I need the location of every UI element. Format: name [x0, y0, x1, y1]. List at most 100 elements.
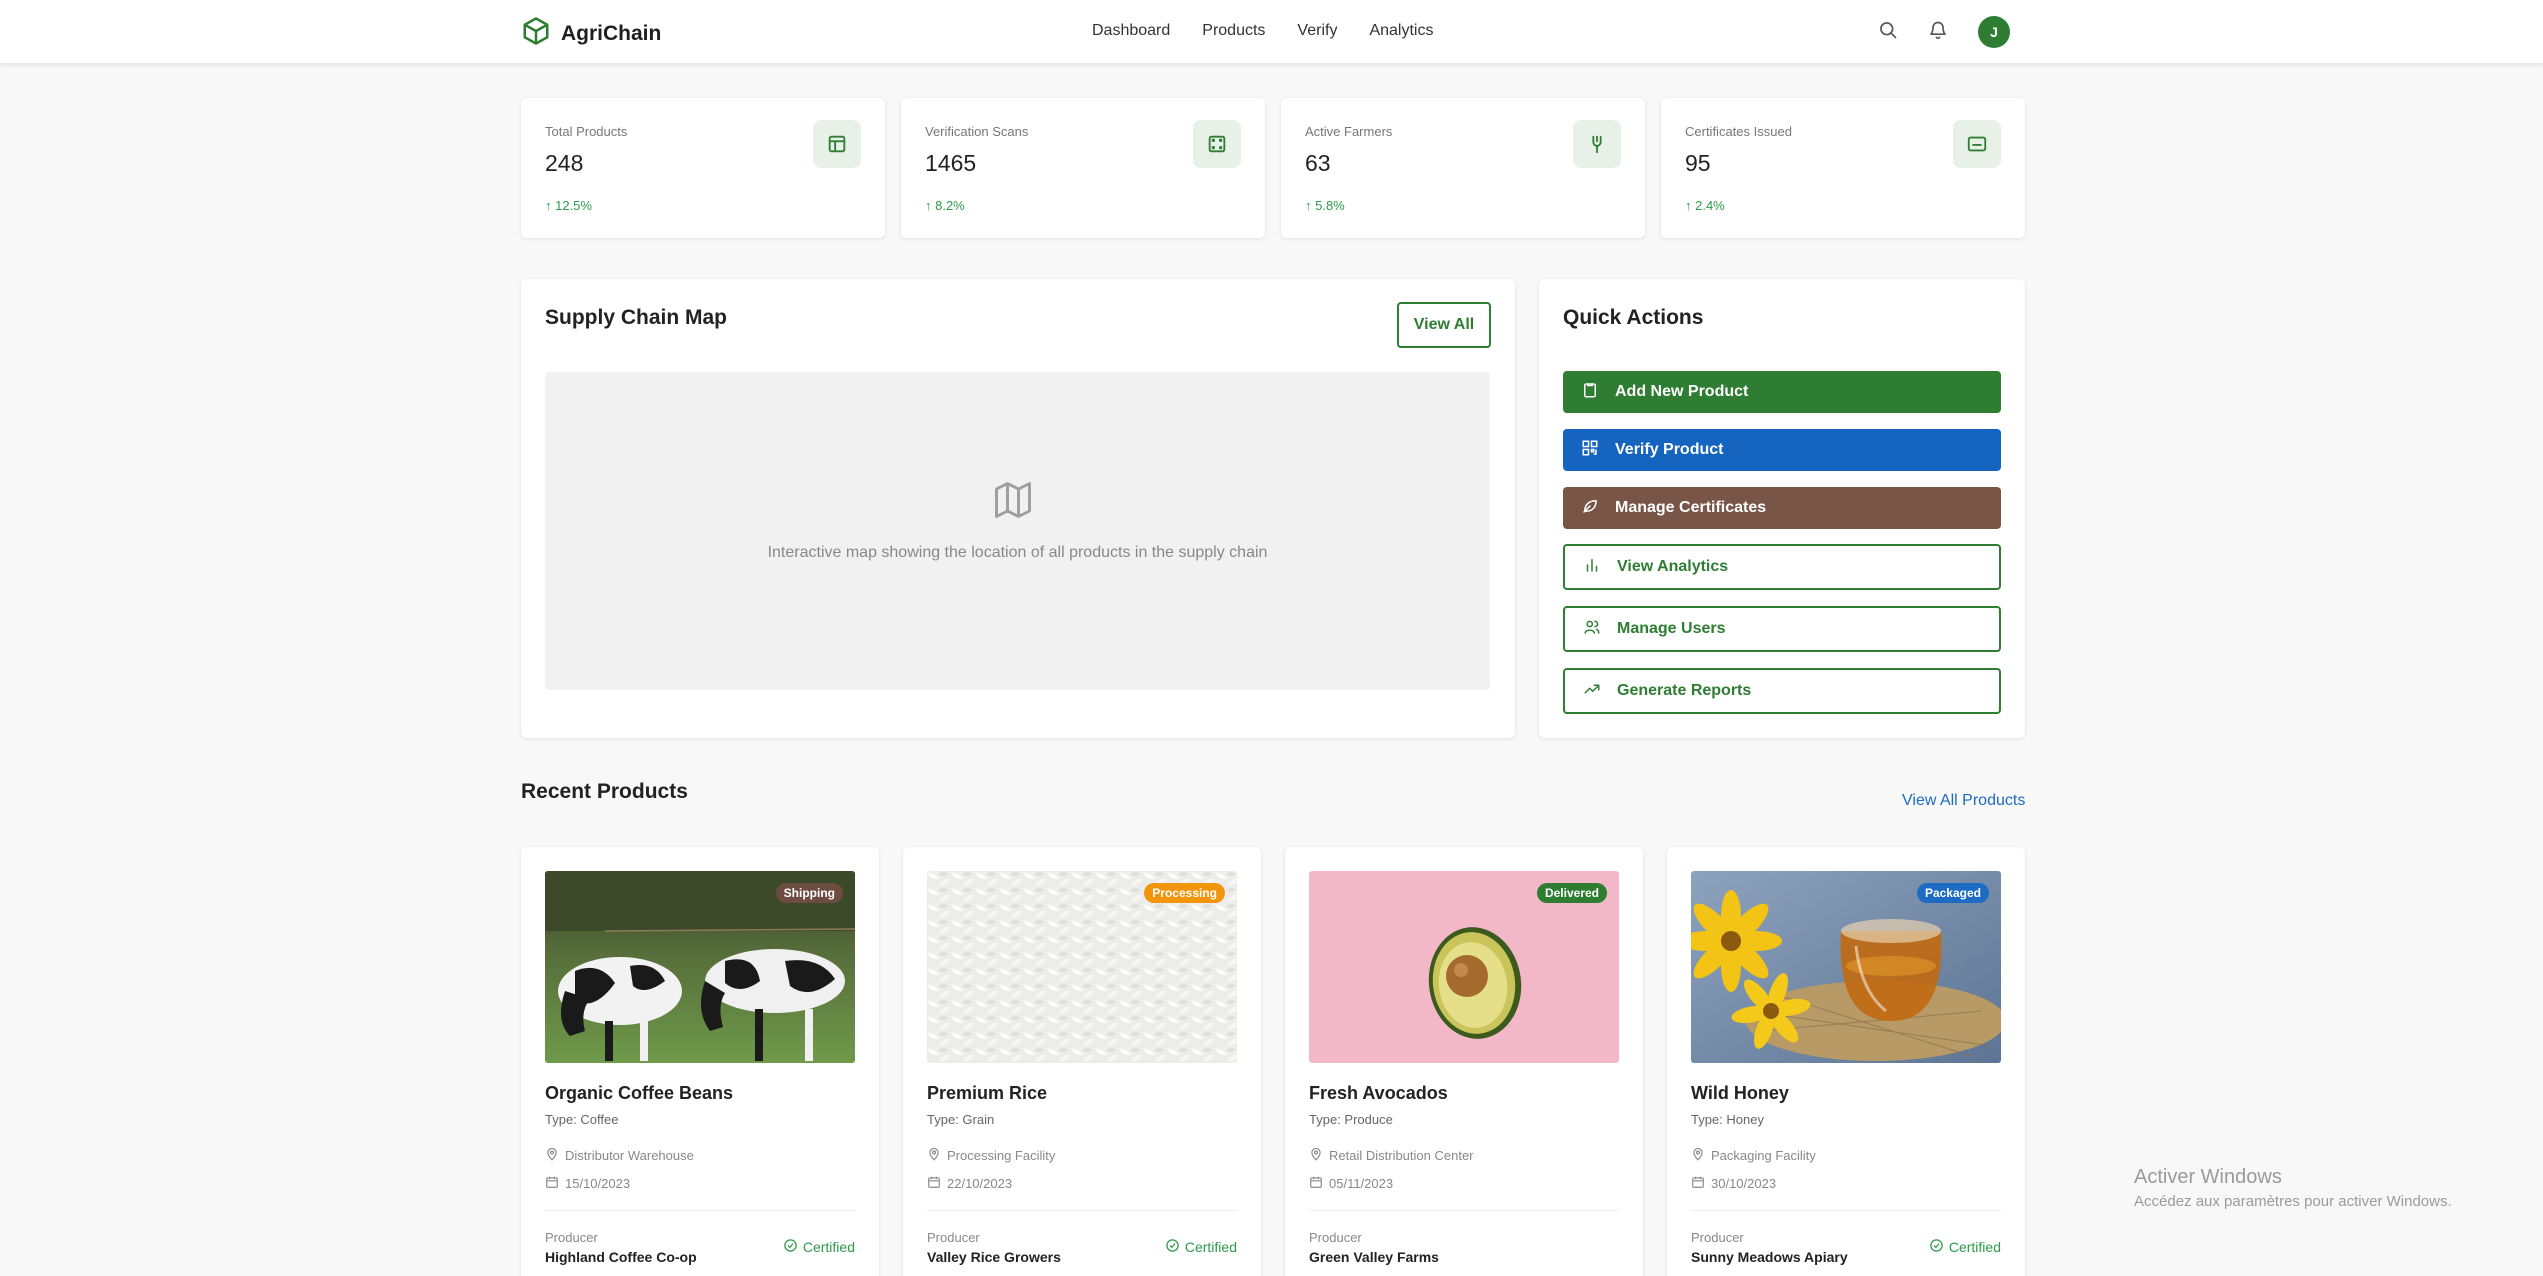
divider	[545, 1210, 855, 1211]
product-card-premium-rice[interactable]: Processing Premium Rice Type: Grain Proc…	[903, 847, 1261, 1276]
stat-label: Verification Scans	[925, 124, 1029, 139]
button-label: Verify Product	[1615, 441, 1724, 458]
certified-text: Certified	[1948, 1239, 2001, 1255]
stat-change: ↑ 12.5%	[545, 198, 592, 213]
trending-up-icon	[1583, 680, 1601, 703]
check-circle-icon	[1929, 1238, 1944, 1256]
search-icon[interactable]	[1878, 20, 1898, 45]
windows-activation-watermark: Activer Windows Accédez aux paramètres p…	[2134, 1166, 2452, 1210]
product-date: 15/10/2023	[545, 1175, 630, 1192]
product-image-rice: Processing	[927, 871, 1237, 1063]
top-navbar: AgriChain Dashboard Products Verify Anal…	[0, 0, 2543, 64]
product-location: Retail Distribution Center	[1309, 1147, 1474, 1164]
certified-status: Certified	[783, 1238, 855, 1256]
button-label: View Analytics	[1617, 558, 1729, 575]
brand[interactable]: AgriChain	[521, 16, 661, 51]
avatar[interactable]: J	[1978, 16, 2010, 48]
location-pin-icon	[927, 1147, 941, 1164]
brand-name: AgriChain	[561, 21, 662, 45]
location-pin-icon	[1309, 1147, 1323, 1164]
main-nav: Dashboard Products Verify Analytics	[1092, 22, 1433, 40]
header-actions: J	[1878, 16, 2010, 48]
product-name: Wild Honey	[1691, 1083, 1789, 1103]
producer-label: Producer	[545, 1230, 598, 1245]
date-text: 22/10/2023	[947, 1176, 1013, 1191]
product-type: Type: Grain	[927, 1112, 995, 1127]
view-all-button[interactable]: View All	[1397, 302, 1491, 348]
product-name: Fresh Avocados	[1309, 1083, 1448, 1103]
nav-dashboard[interactable]: Dashboard	[1092, 22, 1170, 40]
verify-product-button[interactable]: Verify Product	[1563, 429, 2001, 471]
stat-value: 95	[1685, 150, 1711, 176]
generate-reports-button[interactable]: Generate Reports	[1563, 668, 2001, 714]
product-card-fresh-avocados[interactable]: Delivered Fresh Avocados Type: Produce R…	[1285, 847, 1643, 1276]
location-text: Retail Distribution Center	[1329, 1148, 1474, 1163]
sprout-icon	[1573, 120, 1621, 168]
certified-status: Certified	[1929, 1238, 2001, 1256]
map-placeholder[interactable]: Interactive map showing the location of …	[545, 372, 1490, 690]
stat-card-total-products: Total Products 248 ↑ 12.5%	[521, 98, 885, 238]
manage-certificates-button[interactable]: Manage Certificates	[1563, 487, 2001, 529]
nav-verify[interactable]: Verify	[1297, 22, 1337, 40]
product-date: 22/10/2023	[927, 1175, 1012, 1192]
product-type: Type: Honey	[1691, 1112, 1764, 1127]
producer-name: Green Valley Farms	[1309, 1249, 1439, 1265]
product-name: Organic Coffee Beans	[545, 1083, 734, 1103]
button-label: Manage Users	[1617, 620, 1726, 637]
stat-label: Certificates Issued	[1685, 124, 1792, 139]
scan-icon	[1193, 120, 1241, 168]
divider	[1691, 1210, 2001, 1211]
bell-icon[interactable]	[1928, 20, 1948, 45]
stat-value: 248	[545, 150, 584, 176]
nav-products[interactable]: Products	[1202, 22, 1265, 40]
producer-name: Valley Rice Growers	[927, 1249, 1061, 1265]
view-all-products-link[interactable]: View All Products	[1902, 792, 2025, 810]
bar-chart-icon	[1583, 556, 1601, 579]
add-new-product-button[interactable]: Add New Product	[1563, 371, 2001, 413]
location-pin-icon	[1691, 1147, 1705, 1164]
stat-card-verification-scans: Verification Scans 1465 ↑ 8.2%	[901, 98, 1265, 238]
stat-change: ↑ 5.8%	[1305, 198, 1345, 213]
product-date: 30/10/2023	[1691, 1175, 1776, 1192]
location-text: Processing Facility	[947, 1148, 1056, 1163]
product-location: Distributor Warehouse	[545, 1147, 694, 1164]
producer-label: Producer	[927, 1230, 980, 1245]
qr-icon	[1581, 439, 1599, 462]
calendar-icon	[1309, 1175, 1323, 1192]
stat-change: ↑ 8.2%	[925, 198, 965, 213]
button-label: Add New Product	[1615, 383, 1749, 400]
product-location: Processing Facility	[927, 1147, 1055, 1164]
stat-label: Total Products	[545, 124, 628, 139]
stat-card-active-farmers: Active Farmers 63 ↑ 5.8%	[1281, 98, 1645, 238]
watermark-title: Activer Windows	[2134, 1166, 2282, 1188]
product-image-avocado: Delivered	[1309, 871, 1619, 1063]
view-analytics-button[interactable]: View Analytics	[1563, 544, 2001, 590]
product-date: 05/11/2023	[1309, 1175, 1393, 1192]
certified-text: Certified	[1184, 1239, 1237, 1255]
status-badge: Packaged	[1916, 883, 1989, 903]
grid-icon	[813, 120, 861, 168]
certified-text: Certified	[802, 1239, 855, 1255]
product-type: Type: Produce	[1309, 1112, 1393, 1127]
status-badge: Shipping	[775, 883, 843, 903]
map-icon	[991, 478, 1035, 527]
divider	[1309, 1210, 1619, 1211]
certificate-icon	[1953, 120, 2001, 168]
status-badge: Delivered	[1536, 883, 1607, 903]
product-card-organic-coffee-beans[interactable]: Shipping Organic Coffee Beans Type: Coff…	[521, 847, 879, 1276]
location-pin-icon	[545, 1147, 559, 1164]
certified-status: Certified	[1165, 1238, 1237, 1256]
location-text: Packaging Facility	[1711, 1148, 1816, 1163]
section-title-recent-products: Recent Products	[521, 780, 688, 803]
stat-change: ↑ 2.4%	[1685, 198, 1725, 213]
product-card-wild-honey[interactable]: Packaged Wild Honey Type: Honey Packagin…	[1667, 847, 2025, 1276]
product-image-honey: Packaged	[1691, 871, 2001, 1063]
manage-users-button[interactable]: Manage Users	[1563, 606, 2001, 652]
panel-title: Supply Chain Map	[545, 306, 728, 329]
nav-analytics[interactable]: Analytics	[1369, 22, 1433, 40]
calendar-icon	[927, 1175, 941, 1192]
button-label: Manage Certificates	[1615, 499, 1767, 516]
stat-card-certificates-issued: Certificates Issued 95 ↑ 2.4%	[1661, 98, 2025, 238]
quick-actions-panel: Quick Actions Add New Product Verify Pro…	[1539, 279, 2025, 738]
date-text: 05/11/2023	[1329, 1176, 1394, 1191]
